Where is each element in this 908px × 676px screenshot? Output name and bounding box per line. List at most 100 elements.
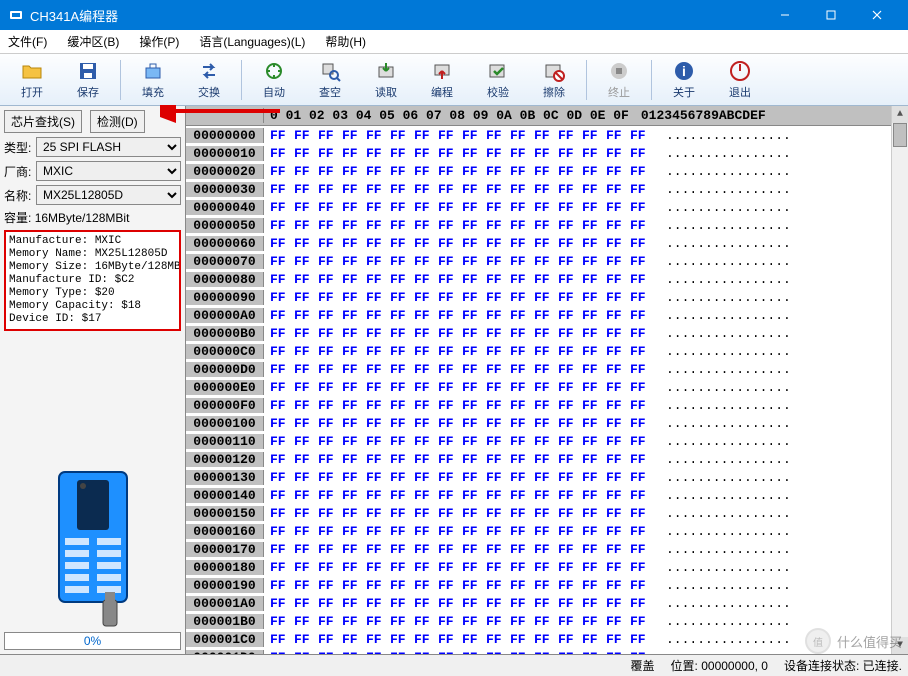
hex-row[interactable]: 00000000FFFFFFFFFFFFFFFFFFFFFFFFFFFFFFFF… xyxy=(186,126,891,144)
hex-row[interactable]: 000001C0FFFFFFFFFFFFFFFFFFFFFFFFFFFFFFFF… xyxy=(186,630,891,648)
hex-bytes: FFFFFFFFFFFFFFFFFFFFFFFFFFFFFFFF xyxy=(264,578,654,593)
hex-row[interactable]: 00000120FFFFFFFFFFFFFFFFFFFFFFFFFFFFFFFF… xyxy=(186,450,891,468)
open-button[interactable]: 打开 xyxy=(6,56,58,104)
menu-file[interactable]: 文件(F) xyxy=(8,33,47,50)
hex-row[interactable]: 00000020FFFFFFFFFFFFFFFFFFFFFFFFFFFFFFFF… xyxy=(186,162,891,180)
hex-row[interactable]: 000000F0FFFFFFFFFFFFFFFFFFFFFFFFFFFFFFFF… xyxy=(186,396,891,414)
status-conn-value: 已连接. xyxy=(863,659,902,673)
hex-bytes: FFFFFFFFFFFFFFFFFFFFFFFFFFFFFFFF xyxy=(264,398,654,413)
swap-button[interactable]: 交换 xyxy=(183,56,235,104)
hex-ascii: ................ xyxy=(654,560,791,575)
hex-row[interactable]: 000000C0FFFFFFFFFFFFFFFFFFFFFFFFFFFFFFFF… xyxy=(186,342,891,360)
hex-row[interactable]: 000000D0FFFFFFFFFFFFFFFFFFFFFFFFFFFFFFFF… xyxy=(186,360,891,378)
hex-ascii: ................ xyxy=(654,362,791,377)
hex-row[interactable]: 000001A0FFFFFFFFFFFFFFFFFFFFFFFFFFFFFFFF… xyxy=(186,594,891,612)
hex-address: 00000160 xyxy=(186,524,264,539)
menu-operate[interactable]: 操作(P) xyxy=(139,33,179,50)
hex-address: 000000A0 xyxy=(186,308,264,323)
type-label: 类型: xyxy=(4,139,32,156)
fill-button[interactable]: 填充 xyxy=(127,56,179,104)
hex-ascii: ................ xyxy=(654,614,791,629)
hex-bytes: FFFFFFFFFFFFFFFFFFFFFFFFFFFFFFFF xyxy=(264,560,654,575)
hex-body[interactable]: 00000000FFFFFFFFFFFFFFFFFFFFFFFFFFFFFFFF… xyxy=(186,126,891,654)
hex-header: 0 01 02 03 04 05 06 07 08 09 0A 0B 0C 0D… xyxy=(186,106,891,126)
maximize-button[interactable] xyxy=(808,0,854,30)
auto-button[interactable]: 自动 xyxy=(248,56,300,104)
capacity-value: 16MByte/128MBit xyxy=(35,211,130,225)
hex-bytes: FFFFFFFFFFFFFFFFFFFFFFFFFFFFFFFF xyxy=(264,632,654,647)
hex-bytes: FFFFFFFFFFFFFFFFFFFFFFFFFFFFFFFF xyxy=(264,344,654,359)
hex-row[interactable]: 00000140FFFFFFFFFFFFFFFFFFFFFFFFFFFFFFFF… xyxy=(186,486,891,504)
folder-open-icon xyxy=(20,59,44,83)
hex-row[interactable]: 000000A0FFFFFFFFFFFFFFFFFFFFFFFFFFFFFFFF… xyxy=(186,306,891,324)
hex-row[interactable]: 00000090FFFFFFFFFFFFFFFFFFFFFFFFFFFFFFFF… xyxy=(186,288,891,306)
name-select[interactable]: MX25L12805D xyxy=(36,185,181,205)
vertical-scrollbar[interactable]: ▲ ▼ xyxy=(891,106,908,654)
about-button[interactable]: i关于 xyxy=(658,56,710,104)
hex-row[interactable]: 00000080FFFFFFFFFFFFFFFFFFFFFFFFFFFFFFFF… xyxy=(186,270,891,288)
hex-row[interactable]: 00000160FFFFFFFFFFFFFFFFFFFFFFFFFFFFFFFF… xyxy=(186,522,891,540)
hex-address: 00000090 xyxy=(186,290,264,305)
program-button[interactable]: 编程 xyxy=(416,56,468,104)
status-bar: 覆盖 位置: 00000000, 0 设备连接状态: 已连接. xyxy=(0,654,908,676)
exit-button[interactable]: 退出 xyxy=(714,56,766,104)
hex-row[interactable]: 00000050FFFFFFFFFFFFFFFFFFFFFFFFFFFFFFFF… xyxy=(186,216,891,234)
toolbar-separator xyxy=(241,60,242,100)
hex-row[interactable]: 00000030FFFFFFFFFFFFFFFFFFFFFFFFFFFFFFFF… xyxy=(186,180,891,198)
scrollbar-thumb[interactable] xyxy=(893,123,907,147)
blank-check-button[interactable]: 查空 xyxy=(304,56,356,104)
hex-address: 000001C0 xyxy=(186,632,264,647)
hex-address: 00000180 xyxy=(186,560,264,575)
hex-ascii: ................ xyxy=(654,290,791,305)
hex-address: 000000B0 xyxy=(186,326,264,341)
read-button[interactable]: 读取 xyxy=(360,56,412,104)
status-position-label: 位置: xyxy=(671,659,698,673)
menu-buffer[interactable]: 缓冲区(B) xyxy=(67,33,119,50)
hex-ascii: ................ xyxy=(654,344,791,359)
chip-diagram xyxy=(4,335,181,628)
menu-language[interactable]: 语言(Languages)(L) xyxy=(199,33,305,50)
toolbar: 打开 保存 填充 交换 自动 查空 读取 编程 校验 擦除 终止 i关于 退出 xyxy=(0,54,908,106)
hex-bytes: FFFFFFFFFFFFFFFFFFFFFFFFFFFFFFFF xyxy=(264,182,654,197)
vendor-select[interactable]: MXIC xyxy=(36,161,181,181)
hex-ascii: ................ xyxy=(654,182,791,197)
detect-button[interactable]: 检测(D) xyxy=(90,110,145,133)
hex-ascii: ................ xyxy=(654,470,791,485)
hex-ascii: ................ xyxy=(654,326,791,341)
title-bar: CH341A编程器 xyxy=(0,0,908,30)
hex-ascii: ................ xyxy=(654,164,791,179)
type-select[interactable]: 25 SPI FLASH xyxy=(36,137,181,157)
close-button[interactable] xyxy=(854,0,900,30)
hex-row[interactable]: 00000180FFFFFFFFFFFFFFFFFFFFFFFFFFFFFFFF… xyxy=(186,558,891,576)
hex-row[interactable]: 00000150FFFFFFFFFFFFFFFFFFFFFFFFFFFFFFFF… xyxy=(186,504,891,522)
capacity-label: 容量: xyxy=(4,211,31,225)
scroll-up-arrow[interactable]: ▲ xyxy=(892,106,908,123)
hex-row[interactable]: 00000170FFFFFFFFFFFFFFFFFFFFFFFFFFFFFFFF… xyxy=(186,540,891,558)
erase-button[interactable]: 擦除 xyxy=(528,56,580,104)
hex-address: 000001B0 xyxy=(186,614,264,629)
save-button[interactable]: 保存 xyxy=(62,56,114,104)
name-label: 名称: xyxy=(4,187,32,204)
hex-row[interactable]: 00000110FFFFFFFFFFFFFFFFFFFFFFFFFFFFFFFF… xyxy=(186,432,891,450)
hex-row[interactable]: 00000070FFFFFFFFFFFFFFFFFFFFFFFFFFFFFFFF… xyxy=(186,252,891,270)
search-chip-icon xyxy=(318,59,342,83)
stop-button[interactable]: 终止 xyxy=(593,56,645,104)
hex-address: 00000030 xyxy=(186,182,264,197)
menu-help[interactable]: 帮助(H) xyxy=(325,33,366,50)
hex-row[interactable]: 00000190FFFFFFFFFFFFFFFFFFFFFFFFFFFFFFFF… xyxy=(186,576,891,594)
hex-ascii: ................ xyxy=(654,506,791,521)
hex-row[interactable]: 000000B0FFFFFFFFFFFFFFFFFFFFFFFFFFFFFFFF… xyxy=(186,324,891,342)
scroll-down-arrow[interactable]: ▼ xyxy=(892,637,908,654)
hex-row[interactable]: 00000040FFFFFFFFFFFFFFFFFFFFFFFFFFFFFFFF… xyxy=(186,198,891,216)
chip-search-button[interactable]: 芯片查找(S) xyxy=(4,110,82,133)
hex-row[interactable]: 00000130FFFFFFFFFFFFFFFFFFFFFFFFFFFFFFFF… xyxy=(186,468,891,486)
hex-row[interactable]: 000001D0FFFFFFFFFFFFFFFFFFFFFFFFFFFFFFFF… xyxy=(186,648,891,654)
hex-row[interactable]: 00000100FFFFFFFFFFFFFFFFFFFFFFFFFFFFFFFF… xyxy=(186,414,891,432)
hex-row[interactable]: 000001B0FFFFFFFFFFFFFFFFFFFFFFFFFFFFFFFF… xyxy=(186,612,891,630)
side-panel: 芯片查找(S) 检测(D) 类型:25 SPI FLASH 厂商:MXIC 名称… xyxy=(0,106,186,654)
hex-row[interactable]: 00000060FFFFFFFFFFFFFFFFFFFFFFFFFFFFFFFF… xyxy=(186,234,891,252)
hex-row[interactable]: 000000E0FFFFFFFFFFFFFFFFFFFFFFFFFFFFFFFF… xyxy=(186,378,891,396)
verify-button[interactable]: 校验 xyxy=(472,56,524,104)
minimize-button[interactable] xyxy=(762,0,808,30)
hex-row[interactable]: 00000010FFFFFFFFFFFFFFFFFFFFFFFFFFFFFFFF… xyxy=(186,144,891,162)
